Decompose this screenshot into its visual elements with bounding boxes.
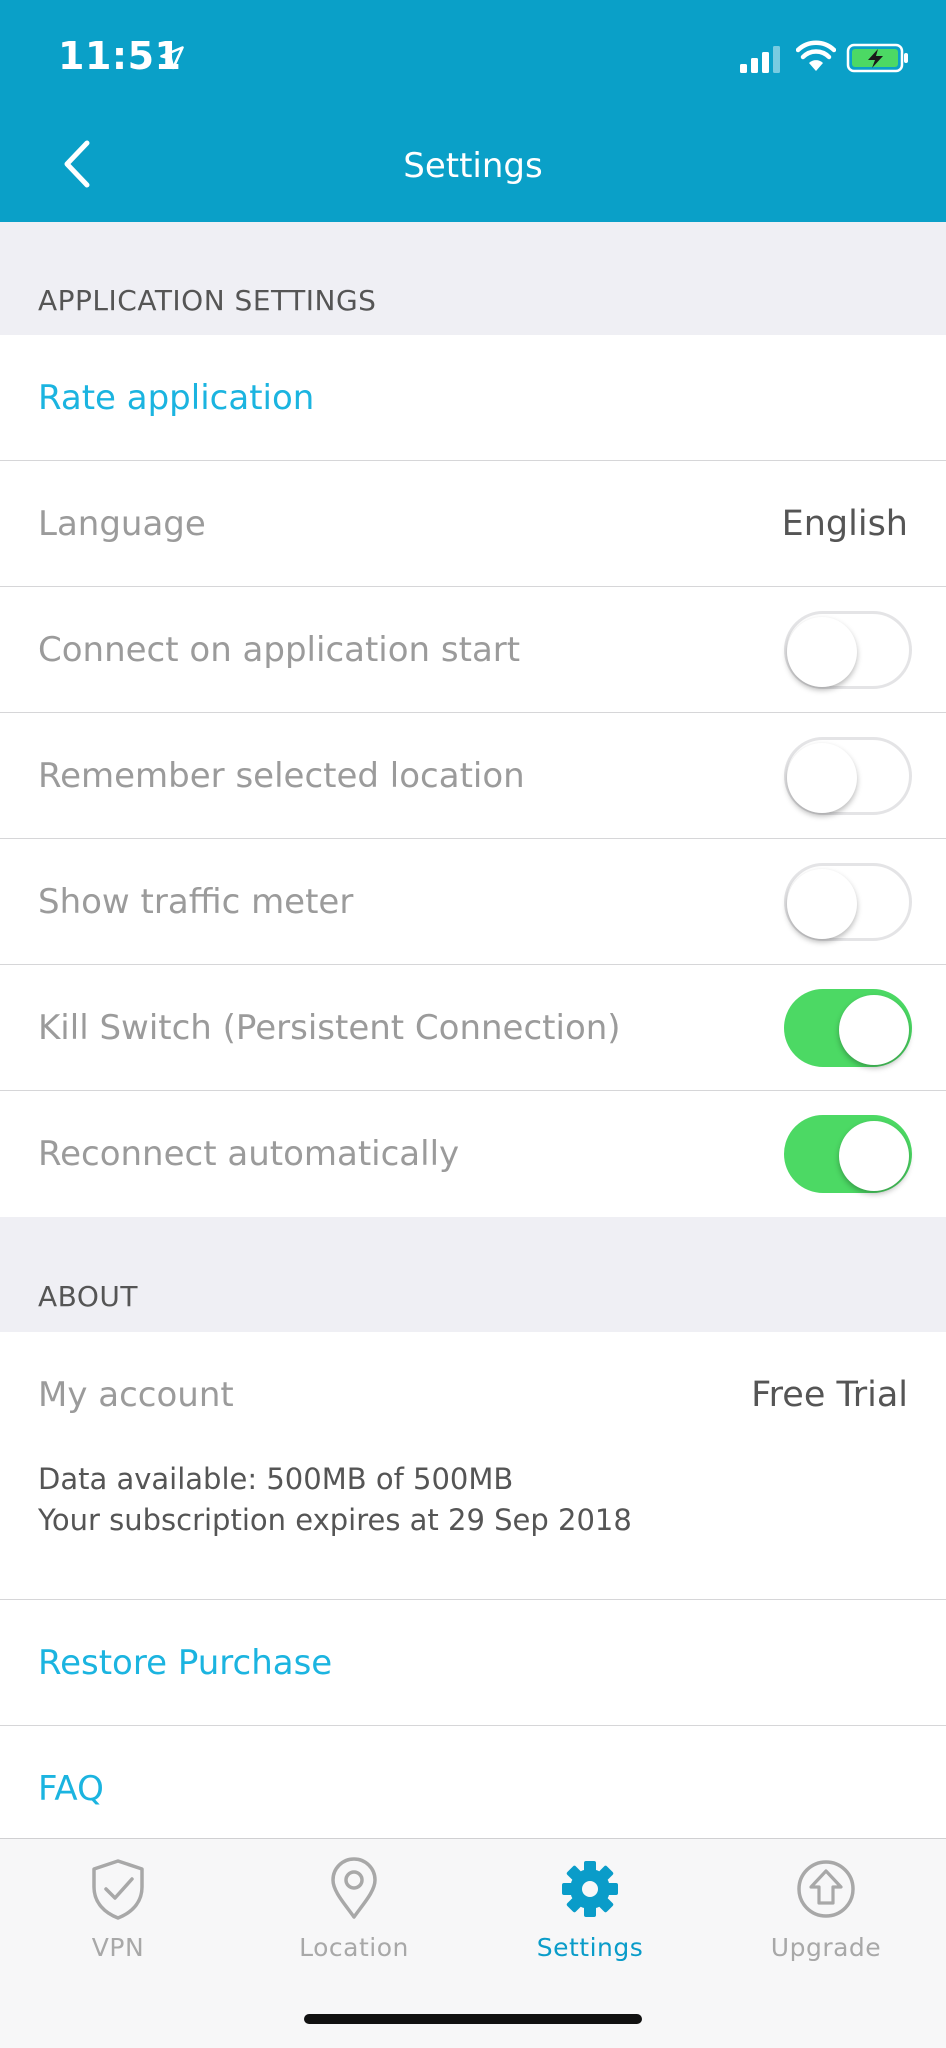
tab-label: VPN bbox=[91, 1933, 145, 1962]
section-header-about: ABOUT bbox=[38, 1280, 139, 1313]
kill-switch-label: Kill Switch (Persistent Connection) bbox=[38, 1008, 621, 1048]
battery-charging-icon bbox=[846, 43, 908, 73]
tab-settings[interactable]: Settings bbox=[472, 1839, 708, 1969]
gear-icon bbox=[562, 1861, 618, 1917]
remember-location-row: Remember selected location bbox=[0, 713, 946, 839]
home-indicator[interactable] bbox=[304, 2014, 642, 2024]
tab-vpn[interactable]: VPN bbox=[0, 1839, 236, 1969]
language-label: Language bbox=[38, 504, 206, 544]
my-account-label: My account bbox=[38, 1375, 234, 1415]
upload-circle-icon bbox=[797, 1860, 855, 1918]
map-pin-icon bbox=[331, 1857, 377, 1919]
tab-label: Settings bbox=[536, 1933, 644, 1962]
faq-label: FAQ bbox=[38, 1769, 104, 1809]
toggle-knob bbox=[787, 617, 857, 687]
traffic-meter-row: Show traffic meter bbox=[0, 839, 946, 965]
reconnect-toggle[interactable] bbox=[784, 1115, 912, 1193]
rate-application-label: Rate application bbox=[38, 378, 315, 418]
connect-on-start-toggle[interactable] bbox=[784, 611, 912, 689]
reconnect-row: Reconnect automatically bbox=[0, 1091, 946, 1217]
rate-application-row[interactable]: Rate application bbox=[0, 335, 946, 461]
settings-screen: 11:51 Settings APPLICATION SETTINGS Rate… bbox=[0, 0, 946, 2048]
location-arrow-icon bbox=[160, 46, 184, 70]
page-title: Settings bbox=[403, 146, 543, 186]
toggle-knob bbox=[787, 743, 857, 813]
tab-upgrade[interactable]: Upgrade bbox=[708, 1839, 944, 1969]
section-header-application-settings: APPLICATION SETTINGS bbox=[38, 284, 377, 317]
tab-location[interactable]: Location bbox=[236, 1839, 472, 1969]
language-value: English bbox=[781, 504, 908, 544]
traffic-meter-label: Show traffic meter bbox=[38, 882, 354, 922]
kill-switch-row: Kill Switch (Persistent Connection) bbox=[0, 965, 946, 1091]
cellular-signal-icon bbox=[740, 46, 780, 73]
tab-label: Upgrade bbox=[770, 1933, 882, 1962]
kill-switch-toggle[interactable] bbox=[784, 989, 912, 1067]
faq-row[interactable]: FAQ bbox=[0, 1726, 946, 1852]
toggle-knob bbox=[787, 869, 857, 939]
restore-purchase-row[interactable]: Restore Purchase bbox=[0, 1600, 946, 1726]
account-plan-value: Free Trial bbox=[751, 1375, 908, 1415]
shield-check-icon bbox=[92, 1859, 144, 1920]
traffic-meter-toggle[interactable] bbox=[784, 863, 912, 941]
wifi-icon bbox=[796, 40, 836, 71]
restore-purchase-label: Restore Purchase bbox=[38, 1643, 333, 1683]
subscription-expiry-text: Your subscription expires at 29 Sep 2018 bbox=[38, 1503, 632, 1537]
toggle-knob bbox=[839, 995, 909, 1065]
connect-on-start-label: Connect on application start bbox=[38, 630, 521, 670]
reconnect-label: Reconnect automatically bbox=[38, 1134, 460, 1174]
language-row[interactable]: Language English bbox=[0, 461, 946, 587]
remember-location-toggle[interactable] bbox=[784, 737, 912, 815]
connect-on-start-row: Connect on application start bbox=[0, 587, 946, 713]
remember-location-label: Remember selected location bbox=[38, 756, 525, 796]
data-available-text: Data available: 500MB of 500MB bbox=[38, 1462, 514, 1496]
tab-label: Location bbox=[299, 1933, 409, 1962]
toggle-knob bbox=[839, 1121, 909, 1191]
my-account-block[interactable]: My account Free Trial Data available: 50… bbox=[0, 1332, 946, 1600]
navigation-header: 11:51 Settings bbox=[0, 0, 946, 222]
